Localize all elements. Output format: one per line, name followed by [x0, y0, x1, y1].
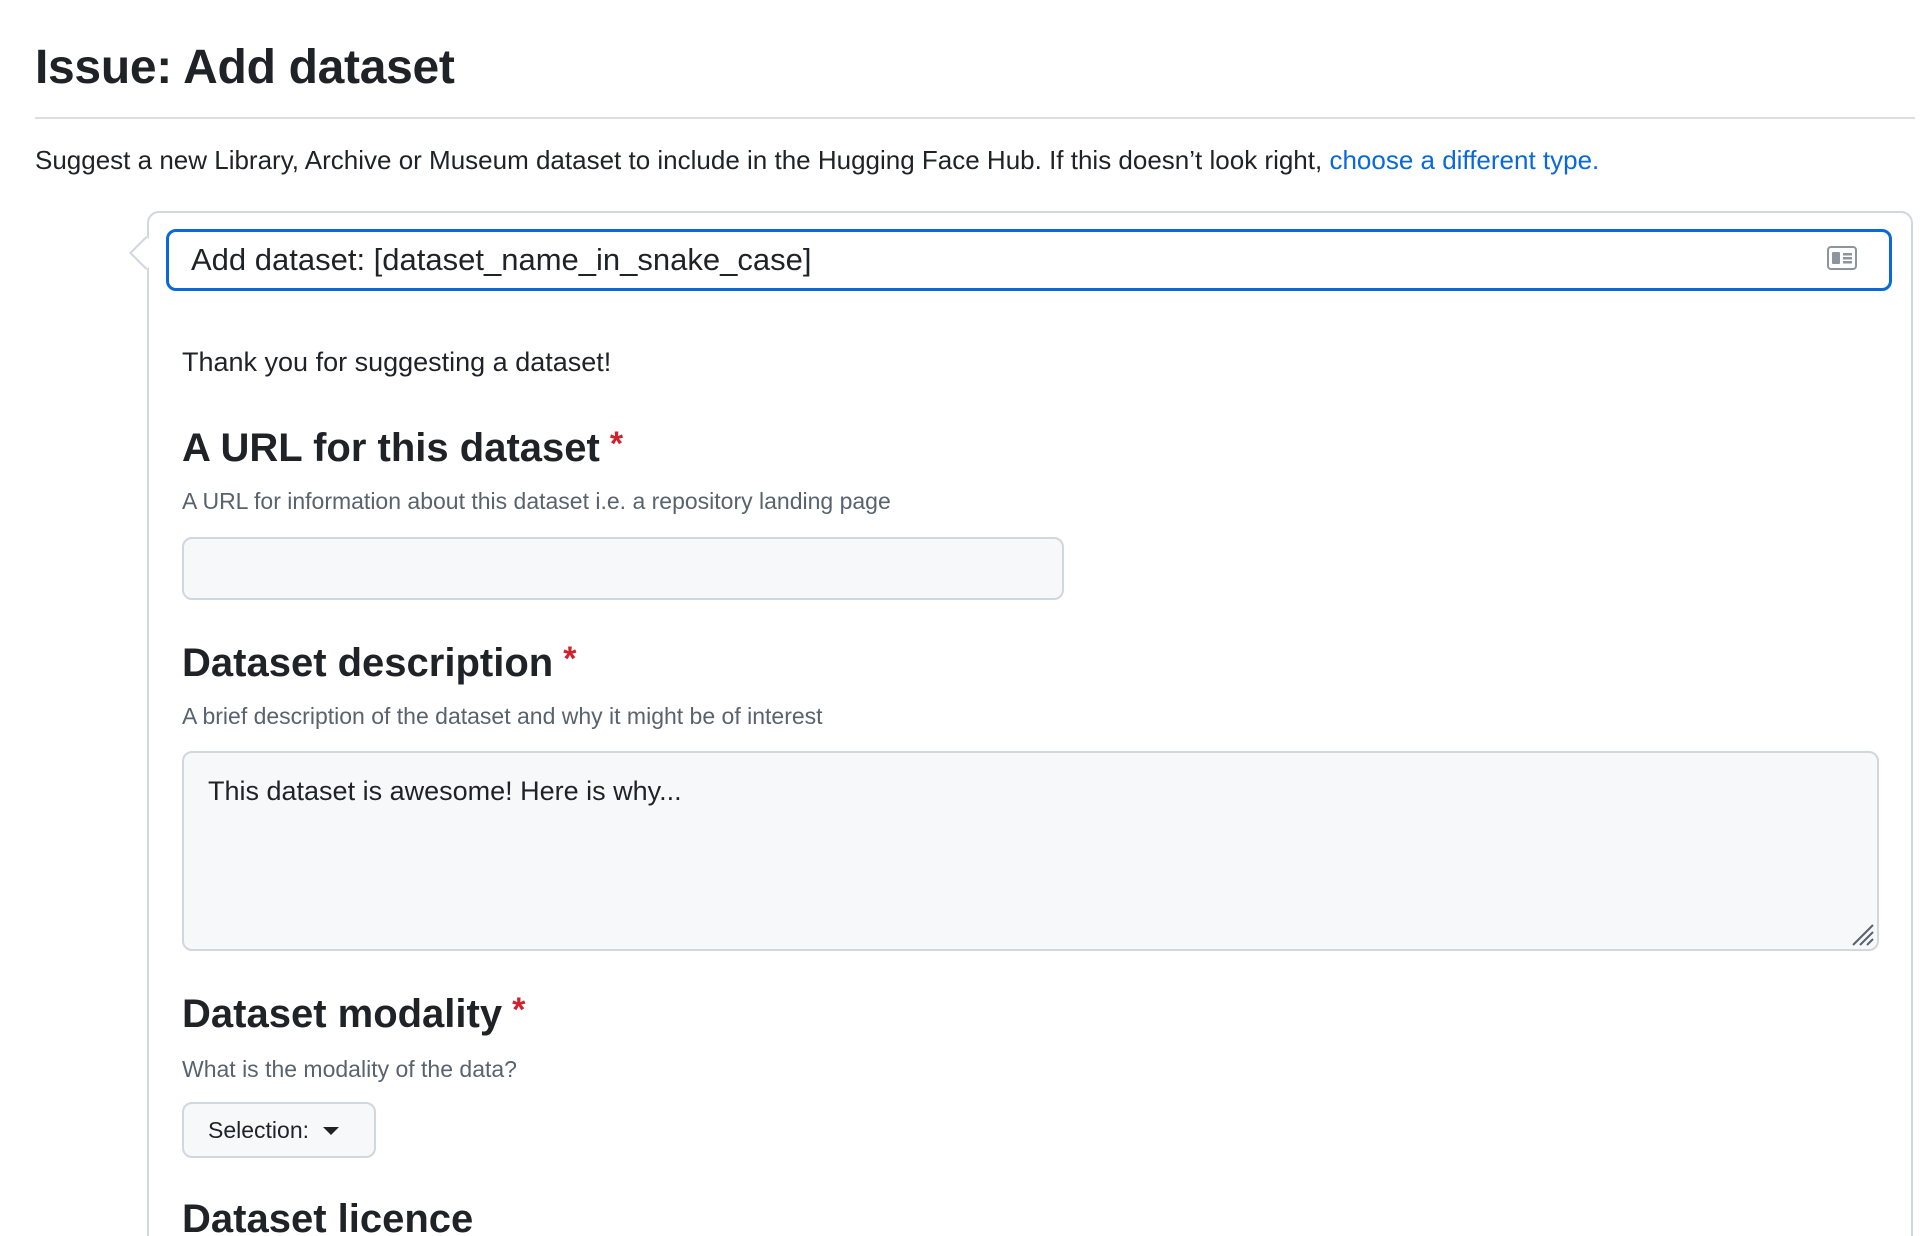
modality-select-button[interactable]: Selection: [182, 1102, 376, 1158]
description-field-help: A brief description of the dataset and w… [182, 703, 823, 729]
url-field-label: A URL for this dataset * [182, 419, 623, 473]
licence-field-label-text: Dataset licence [182, 1197, 474, 1236]
url-field-label-text: A URL for this dataset [182, 426, 600, 470]
required-marker: * [609, 425, 624, 463]
id-card-icon[interactable] [1827, 246, 1857, 270]
issue-form-page: Issue: Add dataset Suggest a new Library… [0, 0, 1924, 1236]
description-textarea-value[interactable]: This dataset is awesome! Here is why... [208, 773, 682, 809]
required-marker: * [563, 640, 577, 678]
page-title: Issue: Add dataset [35, 41, 455, 94]
required-marker: * [512, 991, 526, 1029]
issue-title-field [166, 229, 1892, 291]
triangle-down-icon [323, 1126, 340, 1135]
modality-field-help: What is the modality of the data? [182, 1056, 517, 1082]
choose-different-type-link[interactable]: choose a different type. [1329, 145, 1599, 175]
thanks-message: Thank you for suggesting a dataset! [182, 347, 612, 377]
licence-field-label: Dataset licence [182, 1194, 473, 1236]
intro-text: Suggest a new Library, Archive or Museum… [35, 142, 1599, 178]
description-field-label: Dataset description * [182, 634, 576, 688]
description-field-label-text: Dataset description [182, 641, 554, 685]
issue-title-input[interactable] [191, 232, 1791, 288]
modality-field-label-text: Dataset modality [182, 992, 503, 1036]
modality-select-label: Selection: [208, 1116, 310, 1143]
resize-handle-icon[interactable] [1849, 921, 1875, 947]
modality-field-label: Dataset modality * [182, 985, 525, 1039]
description-textarea[interactable]: This dataset is awesome! Here is why... [182, 751, 1879, 951]
intro-description: Suggest a new Library, Archive or Museum… [35, 145, 1330, 175]
title-divider [35, 117, 1915, 119]
url-input[interactable] [182, 537, 1064, 600]
url-field-help: A URL for information about this dataset… [182, 488, 891, 514]
